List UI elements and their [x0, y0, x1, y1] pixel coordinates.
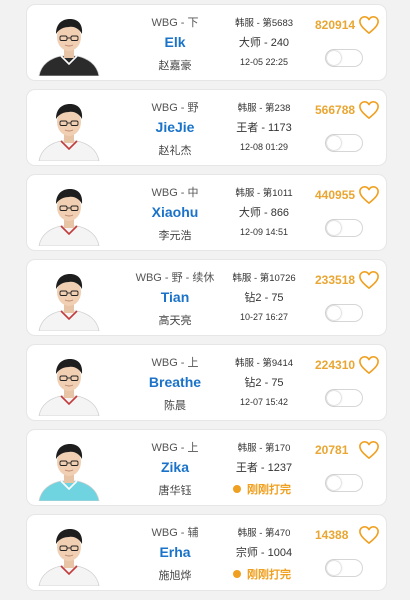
heart-icon[interactable] — [358, 355, 380, 375]
player-card-xiaohu[interactable]: WBG - 中 Xiaohu 李元浩 韩服 - 第1011 大师 - 866 1… — [26, 174, 387, 251]
notify-toggle[interactable] — [325, 389, 363, 407]
player-avatar — [37, 522, 101, 586]
player-avatar — [37, 12, 101, 76]
status-badge: 刚刚打完 — [233, 566, 291, 582]
real-name: 施旭烨 — [158, 570, 192, 582]
last-played-time: 12-07 15:42 — [239, 397, 289, 407]
last-played-time: 12-09 14:51 — [239, 227, 289, 237]
server-rank: 韩服 - 第470 — [237, 528, 291, 539]
status-badge: 刚刚打完 — [233, 481, 291, 497]
player-card-jiejie[interactable]: WBG - 野 JieJie 赵礼杰 韩服 - 第238 王者 - 1173 1… — [26, 89, 387, 166]
status-text: 刚刚打完 — [247, 484, 291, 496]
rank-points: 宗师 - 1004 — [235, 547, 293, 559]
last-played-time: 12-08 01:29 — [239, 142, 289, 152]
server-rank: 韩服 - 第1011 — [235, 188, 293, 199]
popularity-score: 233518 — [315, 273, 356, 287]
notify-toggle[interactable] — [325, 134, 363, 152]
server-rank: 韩服 - 第170 — [237, 443, 291, 454]
toggle-knob — [327, 136, 341, 150]
toggle-knob — [327, 391, 341, 405]
popularity-score: 820914 — [315, 18, 356, 32]
player-card-tian[interactable]: WBG - 野 - 续休 Tian 高天亮 韩服 - 第10726 钻2 - 7… — [26, 259, 387, 336]
player-avatar — [37, 437, 101, 501]
notify-toggle[interactable] — [325, 49, 363, 67]
player-card-breathe[interactable]: WBG - 上 Breathe 陈晨 韩服 - 第9414 钻2 - 75 12… — [26, 344, 387, 421]
toggle-knob — [327, 51, 341, 65]
server-rank: 韩服 - 第9414 — [234, 358, 294, 369]
toggle-knob — [327, 561, 341, 575]
server-rank: 韩服 - 第10726 — [232, 273, 296, 284]
notify-toggle[interactable] — [325, 559, 363, 577]
notify-toggle[interactable] — [325, 219, 363, 237]
rank-points: 大师 - 240 — [238, 37, 290, 49]
heart-icon[interactable] — [358, 440, 380, 460]
status-text: 刚刚打完 — [247, 569, 291, 581]
player-avatar — [37, 97, 101, 161]
rank-points: 钻2 - 75 — [244, 292, 284, 304]
player-avatar — [37, 267, 101, 331]
player-card-zika[interactable]: WBG - 上 Zika 唐华钰 韩服 - 第170 王者 - 1237 刚刚打… — [26, 429, 387, 506]
player-card-elk[interactable]: WBG - 下 Elk 赵嘉豪 韩服 - 第5683 大师 - 240 12-0… — [26, 4, 387, 81]
server-rank: 韩服 - 第238 — [237, 103, 291, 114]
popularity-score: 20781 — [315, 443, 349, 457]
rank-points: 钻2 - 75 — [244, 377, 284, 389]
toggle-knob — [327, 306, 341, 320]
heart-icon[interactable] — [358, 185, 380, 205]
last-played-time: 12-05 22:25 — [239, 57, 289, 67]
toggle-knob — [327, 221, 341, 235]
server-rank: 韩服 - 第5683 — [234, 18, 294, 29]
heart-icon[interactable] — [358, 270, 380, 290]
last-played-time: 10-27 16:27 — [239, 312, 289, 322]
status-dot-icon — [233, 485, 241, 494]
popularity-score: 566788 — [315, 103, 356, 117]
notify-toggle[interactable] — [325, 474, 363, 492]
popularity-score: 224310 — [315, 358, 356, 372]
toggle-knob — [327, 476, 341, 490]
player-card-erha[interactable]: WBG - 辅 Erha 施旭烨 韩服 - 第470 宗师 - 1004 刚刚打… — [26, 514, 387, 591]
real-name: 唐华钰 — [158, 485, 192, 497]
rank-points: 王者 - 1237 — [235, 462, 293, 474]
popularity-score: 14388 — [315, 528, 349, 542]
notify-toggle[interactable] — [325, 304, 363, 322]
player-avatar — [37, 182, 101, 246]
heart-icon[interactable] — [358, 525, 380, 545]
popularity-score: 440955 — [315, 188, 356, 202]
rank-points: 大师 - 866 — [238, 207, 290, 219]
heart-icon[interactable] — [358, 100, 380, 120]
rank-points: 王者 - 1173 — [236, 122, 292, 134]
heart-icon[interactable] — [358, 15, 380, 35]
player-avatar — [37, 352, 101, 416]
status-dot-icon — [233, 570, 241, 579]
